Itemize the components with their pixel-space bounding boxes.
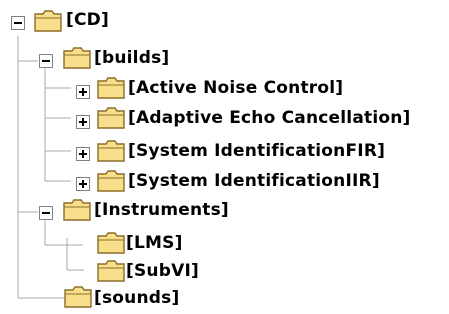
tree-node-lms[interactable]: [LMS] <box>84 231 204 259</box>
tree-label-adaptive-echo-cancellation: [Adaptive Echo Cancellation] <box>128 108 411 128</box>
folder-icon <box>63 47 91 69</box>
folder-icon <box>97 107 125 129</box>
tree-label-system-identification-fir: [System IdentificationFIR] <box>128 141 386 161</box>
tree-node-adaptive-echo-cancellation[interactable]: [Adaptive Echo Cancellation] <box>64 106 449 134</box>
tree-node-system-identification-iir[interactable]: [System IdentificationIIR] <box>64 169 419 197</box>
plus-box-icon[interactable] <box>76 177 90 191</box>
tree-node-active-noise-control[interactable]: [Active Noise Control] <box>64 76 384 104</box>
folder-icon <box>97 140 125 162</box>
tree-node-cd[interactable]: [CD] <box>0 8 120 36</box>
minus-box-icon[interactable] <box>39 206 53 220</box>
tree-label-active-noise-control: [Active Noise Control] <box>128 78 344 98</box>
tree-node-builds[interactable]: [builds] <box>28 46 178 74</box>
folder-icon <box>97 232 125 254</box>
folder-tree: [CD] [builds] [Active Noise Control] [Ad… <box>0 0 449 311</box>
folder-icon <box>64 286 92 308</box>
tree-label-cd: [CD] <box>66 10 109 30</box>
tree-node-system-identification-fir[interactable]: [System IdentificationFIR] <box>64 139 424 167</box>
plus-box-icon[interactable] <box>76 85 90 99</box>
folder-icon <box>34 10 62 32</box>
tree-node-instruments[interactable]: [Instruments] <box>28 198 229 226</box>
folder-icon <box>97 170 125 192</box>
tree-label-lms: [LMS] <box>126 233 183 253</box>
tree-label-instruments: [Instruments] <box>94 200 229 220</box>
minus-box-icon[interactable] <box>39 54 53 68</box>
folder-icon <box>63 199 91 221</box>
tree-label-system-identification-iir: [System IdentificationIIR] <box>128 171 380 191</box>
minus-box-icon[interactable] <box>11 16 25 30</box>
tree-label-sounds: [sounds] <box>94 288 180 308</box>
folder-icon <box>97 77 125 99</box>
plus-box-icon[interactable] <box>76 115 90 129</box>
plus-box-icon[interactable] <box>76 147 90 161</box>
tree-node-subvi[interactable]: [SubVI] <box>84 259 204 287</box>
tree-label-builds: [builds] <box>94 48 170 68</box>
tree-label-subvi: [SubVI] <box>126 261 199 281</box>
folder-icon <box>97 260 125 282</box>
tree-node-sounds[interactable]: [sounds] <box>28 286 198 314</box>
